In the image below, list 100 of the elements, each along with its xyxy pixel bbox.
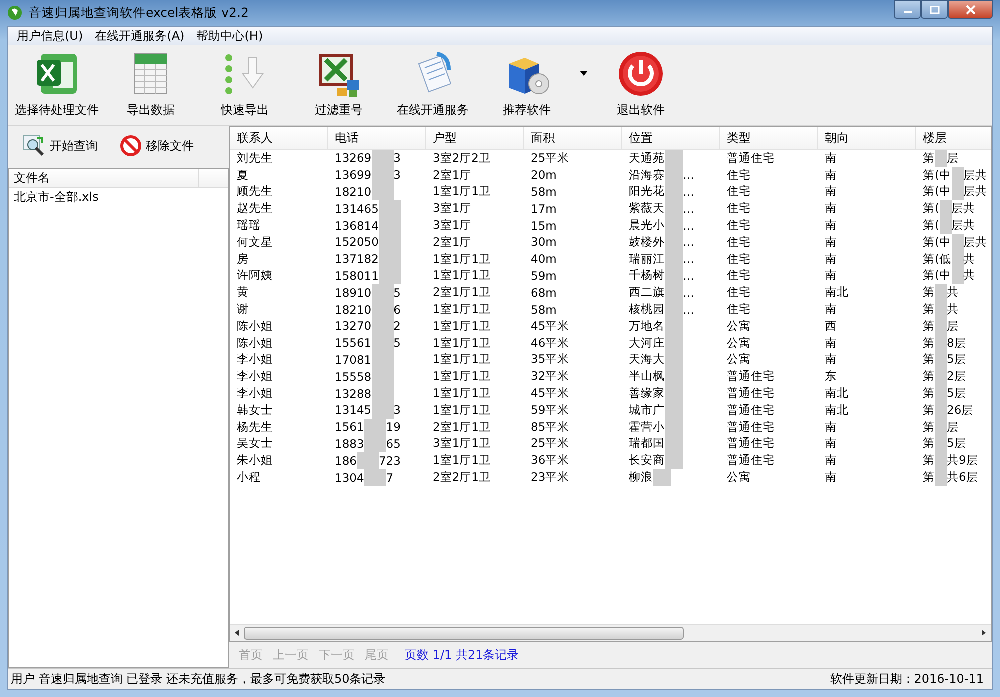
table-cell: 公寓 [727,470,751,486]
column-header[interactable]: 朝向 [818,127,916,149]
table-cell: 住宅 [727,184,751,200]
redaction-smear [940,217,952,234]
table-cell: … [683,252,694,266]
table-cell: 2室2厅1卫 [433,470,491,486]
table-cell: 杨先生 [237,420,273,435]
table-cell: 第 [923,436,935,452]
table-cell: 陈小姐 [237,318,273,334]
toolbar-button[interactable]: 退出软件 [594,45,688,125]
minimize-button[interactable] [894,0,921,19]
table-cell: 3室2厅2卫 [433,150,491,166]
table-cell: 13699 [335,168,372,182]
table-cell: 普通住宅 [727,420,775,435]
table-cell: … [683,286,694,300]
table-cell: 第 [923,302,935,318]
table-cell: 第 [923,369,935,384]
table-cell: 3室1厅1卫 [433,436,491,452]
toolbar-button[interactable]: 快速导出 [198,45,292,125]
table-cell: 5层 [947,352,966,368]
table-cell: 南 [825,252,837,267]
table-cell: 住宅 [727,234,751,250]
redaction-smear [952,166,964,184]
table-cell: … [683,202,694,216]
table-cell: 共6层 [947,470,978,486]
menu-item[interactable]: 帮助中心(H) [192,28,268,44]
table-cell: 第 [923,352,935,368]
menu-item[interactable]: 在线开通服务(A) [90,28,190,44]
table-cell: 普通住宅 [727,402,775,418]
table-cell: 核桃园 [629,302,665,318]
table-cell: 第 [923,386,935,402]
table-cell: 许阿姨 [237,268,273,284]
table-cell: 第 [923,318,935,334]
table-cell: 李小姐 [237,369,273,384]
column-header[interactable]: 类型 [720,127,818,149]
table-cell: 2室1厅1卫 [433,285,491,300]
table-cell: 住宅 [727,252,751,267]
column-header[interactable]: 楼层 [916,127,991,149]
maximize-icon [930,6,940,14]
table-cell: 瑶瑶 [237,218,261,234]
toolbar-button[interactable]: 过滤重号 [292,45,386,125]
table-cell: 17m [531,202,557,216]
table-cell: 35平米 [531,352,570,368]
redaction-smear [952,234,964,251]
table-cell: … [683,184,694,199]
redaction-smear [653,469,671,486]
table-cell: 45平米 [531,318,570,334]
table-cell: 住宅 [727,268,751,284]
redaction-smear [940,200,952,218]
table-cell: 1室1厅1卫 [433,453,491,468]
table-cell: 18210 [335,184,372,199]
redaction-smear [935,150,947,167]
table-cell: 58m [531,184,557,199]
table-cell: 沿海赛 [629,168,665,183]
table-cell: 第(低 [923,252,952,267]
table-cell: 刘先生 [237,150,273,166]
table-cell: 第(中 [923,168,952,183]
horizontal-scrollbar[interactable] [230,624,991,641]
table-cell: 陈小姐 [237,336,273,351]
table-cell: 5层 [947,436,966,452]
table-cell: 南 [825,268,837,284]
table-cell: 8层 [947,336,966,351]
toolbar-button[interactable]: 导出数据 [104,45,198,125]
file-item[interactable]: 北京市-全部.xls [9,188,228,206]
table-cell: 13270 [335,319,372,334]
table-cell: 18210 [335,302,372,317]
menu-item[interactable]: 用户信息(U) [12,28,88,44]
table-cell: 南 [825,150,837,166]
table-cell: 30m [531,235,557,250]
close-button[interactable] [948,0,993,19]
table-cell: 李小姐 [237,386,273,402]
table-cell: 2室1厅 [433,234,472,250]
table-cell: 1883 [335,436,364,451]
table-cell: 158011 [335,268,379,283]
table-cell: 1室1厅1卫 [433,318,491,334]
maximize-button[interactable] [921,0,948,19]
column-header[interactable]: 面积 [524,127,622,149]
column-header[interactable]: 电话 [328,127,426,149]
side-action-button[interactable]: 开始查询 [20,132,100,160]
table-cell: 层共 [964,234,988,250]
toolbar-button[interactable]: 在线开通服务 [386,45,480,125]
table-cell: 晨光小 [629,218,665,234]
column-header[interactable]: 联系人 [230,127,328,149]
table-cell: 瑞都国 [629,436,665,452]
toolbar-button[interactable]: 选择待处理文件 [10,45,104,125]
table-cell: 赵先生 [237,201,273,216]
table-cell: … [683,168,694,182]
column-header[interactable]: 户型 [426,127,524,149]
table-cell: … [683,268,694,283]
side-action-button[interactable]: 移除文件 [118,133,196,159]
column-header[interactable]: 位置 [622,127,720,149]
table-cell: 层 [947,150,959,166]
table-cell: 层 [947,318,959,334]
table-cell: 何文星 [237,234,273,250]
table-cell: 17081 [335,352,372,367]
toolbar-button[interactable]: 推荐软件 [480,45,574,125]
table-cell: 23平米 [531,470,570,486]
table-cell: 朱小姐 [237,453,273,468]
redaction-smear [935,469,947,486]
table-cell: 普通住宅 [727,436,775,452]
